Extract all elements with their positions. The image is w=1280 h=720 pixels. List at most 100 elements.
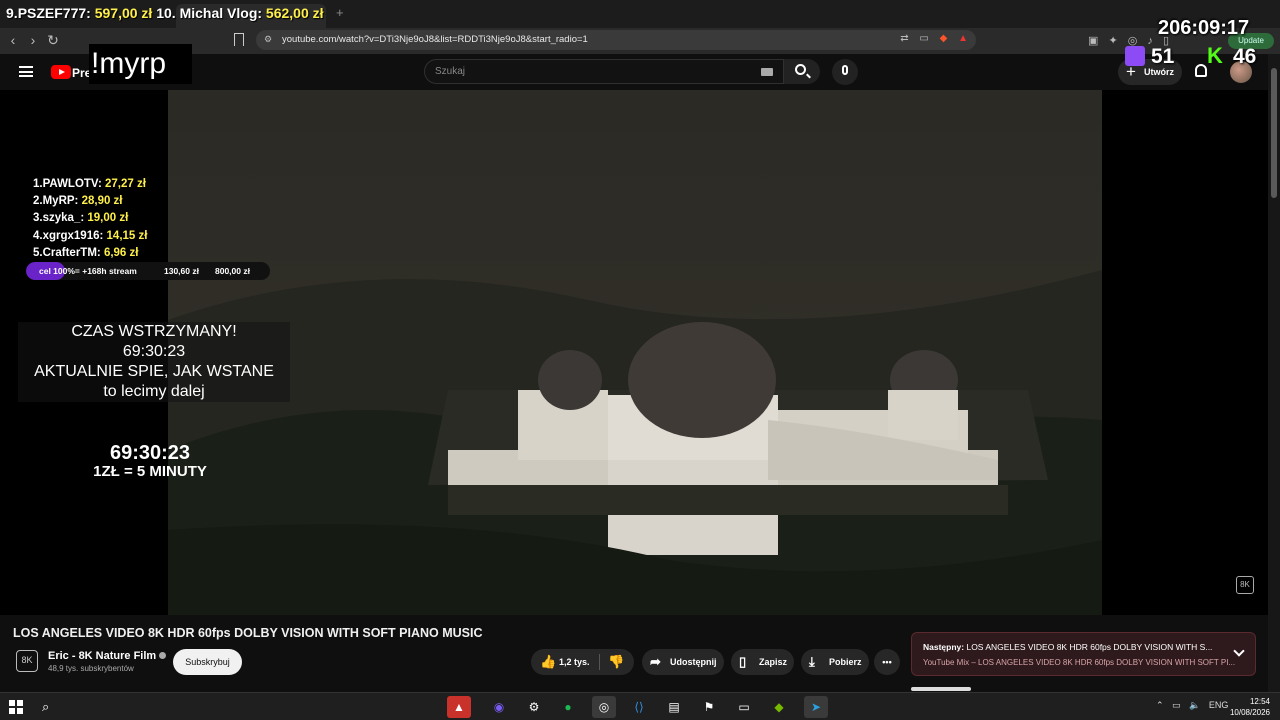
search-icon bbox=[795, 64, 806, 75]
bookmark-icon[interactable] bbox=[234, 33, 244, 46]
more-actions-button[interactable]: ••• bbox=[874, 649, 900, 675]
like-count[interactable]: 1,2 tys. bbox=[559, 649, 590, 675]
notifications-bell-icon[interactable] bbox=[1195, 64, 1207, 77]
donor-amount: 562,00 zł bbox=[265, 5, 324, 21]
twitch-viewer-count: 51 bbox=[1151, 45, 1175, 68]
donor-name: Michal Vlog: bbox=[179, 5, 263, 21]
taskbar-app-icon[interactable]: ⚑ bbox=[697, 696, 721, 718]
address-bar[interactable]: ⚙ youtube.com/watch?v=DTi3Nje9oJ8&list=R… bbox=[256, 30, 976, 50]
save-label: Zapisz bbox=[759, 657, 788, 667]
channel-watermark-icon[interactable]: 8K bbox=[1236, 576, 1254, 594]
keyboard-icon[interactable] bbox=[761, 68, 773, 76]
system-tray: ⌃ ▭ 🔈 ENG bbox=[1156, 700, 1234, 711]
network-icon[interactable]: ▭ bbox=[1172, 700, 1181, 710]
telegram-icon[interactable]: ➤ bbox=[804, 696, 828, 718]
tray-chevron-icon[interactable]: ⌃ bbox=[1156, 700, 1164, 710]
verified-icon bbox=[159, 652, 167, 659]
search-button[interactable] bbox=[784, 59, 820, 84]
translate-icon[interactable]: ⇄ bbox=[900, 33, 908, 44]
subathon-countdown: 69:30:23 bbox=[109, 442, 191, 464]
share-label: Udostępnij bbox=[670, 657, 717, 667]
command-overlay: !myrp bbox=[89, 44, 192, 84]
cast-icon[interactable]: ▭ bbox=[919, 33, 928, 44]
next-up-prefix: Następny: bbox=[923, 642, 965, 652]
save-button[interactable]: ▯ Zapisz bbox=[731, 649, 794, 675]
terminal-icon[interactable]: ▭ bbox=[732, 696, 756, 718]
taskbar-app-icon[interactable]: ▤ bbox=[662, 696, 686, 718]
observatory-scene bbox=[168, 90, 1102, 615]
share-button[interactable]: ➦ Udostępnij bbox=[642, 649, 724, 675]
pause-line: AKTUALNIE SPIE, JAK WSTANE bbox=[34, 363, 274, 380]
clock-time: 12:54 bbox=[1249, 697, 1270, 706]
page-scrollbar[interactable] bbox=[1268, 54, 1280, 694]
back-icon[interactable]: ‹ bbox=[4, 32, 22, 48]
donor-name: PSZEF777: bbox=[17, 5, 91, 21]
voice-search-button[interactable] bbox=[832, 59, 858, 85]
stream-timer: 206:09:17 bbox=[1158, 17, 1250, 39]
download-icon: ⤓ bbox=[809, 654, 815, 669]
kick-icon: K bbox=[1207, 43, 1223, 68]
puzzle-icon[interactable]: ✦ bbox=[1108, 35, 1117, 47]
taskbar-clock[interactable]: 12:54 10/08/2026 bbox=[1226, 696, 1270, 718]
goal-target: 800,00 zł bbox=[215, 266, 250, 276]
site-info-icon[interactable]: ⚙ bbox=[264, 34, 272, 45]
donor-rank: 9. bbox=[6, 5, 18, 21]
browser-navbar: ‹ › ↻ ⚙ youtube.com/watch?v=DTi3Nje9oJ8&… bbox=[0, 28, 1280, 54]
channel-name-text[interactable]: Eric - 8K Nature Film bbox=[48, 650, 156, 662]
chevron-down-icon[interactable] bbox=[1233, 645, 1245, 657]
microphone-icon bbox=[842, 65, 848, 75]
extension-icon[interactable]: ▣ bbox=[1088, 35, 1098, 47]
pause-line: to lecimy dalej bbox=[103, 383, 205, 400]
leader-name: 3.szyka_: bbox=[33, 212, 85, 225]
clock-date: 10/08/2026 bbox=[1229, 708, 1270, 717]
leaderboard-row: 1.PAWLOTV: 27,27 zł bbox=[33, 176, 147, 193]
twitch-icon bbox=[1125, 46, 1145, 66]
next-up-card[interactable]: Następny: LOS ANGELES VIDEO 8K HDR 60fps… bbox=[911, 632, 1256, 676]
dislike-icon[interactable]: 👎 bbox=[608, 649, 624, 675]
like-icon[interactable]: 👍 bbox=[540, 649, 556, 675]
channel-name[interactable]: Eric - 8K Nature Film bbox=[48, 650, 167, 662]
youtube-header: Pre Szukaj + Utwórz bbox=[0, 54, 1280, 90]
forward-icon[interactable]: › bbox=[24, 32, 42, 48]
save-icon: ▯ bbox=[739, 654, 747, 669]
menu-icon[interactable] bbox=[19, 66, 33, 77]
windows-start-icon[interactable] bbox=[9, 700, 23, 714]
download-button[interactable]: ⤓ Pobierz bbox=[801, 649, 869, 675]
obs-icon[interactable]: ◎ bbox=[592, 696, 616, 718]
brave-browser-icon[interactable]: ▲ bbox=[447, 696, 471, 718]
donor-amount: 597,00 zł bbox=[94, 5, 153, 21]
address-bar-actions: ⇄ ▭ ◆ ▲ bbox=[892, 33, 968, 44]
volume-icon[interactable]: 🔈 bbox=[1189, 700, 1200, 710]
next-up-title: Następny: LOS ANGELES VIDEO 8K HDR 60fps… bbox=[923, 642, 1212, 652]
leaderboard-row: 3.szyka_: 19,00 zł bbox=[33, 210, 147, 227]
share-icon: ➦ bbox=[650, 654, 661, 669]
scrollbar-thumb[interactable] bbox=[1271, 68, 1277, 198]
video-frame[interactable] bbox=[168, 90, 1102, 615]
channel-avatar[interactable]: 8K bbox=[16, 650, 38, 672]
taskbar-search-icon[interactable]: ⌕ bbox=[42, 699, 49, 715]
video-title: LOS ANGELES VIDEO 8K HDR 60fps DOLBY VIS… bbox=[13, 626, 483, 640]
subscribe-button[interactable]: Subskrybuj bbox=[173, 649, 242, 675]
pause-notice: CZAS WSTRZYMANY! 69:30:23 AKTUALNIE SPIE… bbox=[18, 322, 290, 402]
search-input[interactable]: Szukaj bbox=[424, 59, 784, 84]
chip-indicator[interactable] bbox=[911, 687, 971, 691]
vscode-icon[interactable]: ⟨⟩ bbox=[627, 696, 651, 718]
leader-amount: 19,00 zł bbox=[87, 212, 129, 225]
goal-label: cel 100%= +168h stream bbox=[39, 266, 137, 276]
spotify-icon[interactable]: ● bbox=[556, 696, 580, 718]
nvidia-icon[interactable]: ◆ bbox=[767, 696, 791, 718]
leader-name: 1.PAWLOTV: bbox=[33, 178, 102, 190]
reload-icon[interactable]: ↻ bbox=[44, 32, 62, 49]
rewards-icon[interactable]: ▲ bbox=[958, 33, 968, 44]
youtube-logo-icon[interactable] bbox=[51, 65, 71, 79]
discord-icon[interactable]: ◉ bbox=[487, 696, 511, 718]
donor-rank: 10. bbox=[156, 5, 176, 21]
leader-name: 5.CrafterTM: bbox=[33, 246, 101, 259]
leader-amount: 14,15 zł bbox=[106, 229, 148, 242]
new-tab-button[interactable]: + bbox=[336, 5, 344, 20]
donation-rate: 1ZŁ = 5 MINUTY bbox=[93, 463, 207, 480]
brave-shield-icon[interactable]: ◆ bbox=[940, 33, 948, 44]
leaderboard-row: 2.MyRP: 28,90 zł bbox=[33, 193, 147, 210]
steam-icon[interactable]: ⚙ bbox=[522, 696, 546, 718]
search-placeholder: Szukaj bbox=[435, 66, 466, 77]
